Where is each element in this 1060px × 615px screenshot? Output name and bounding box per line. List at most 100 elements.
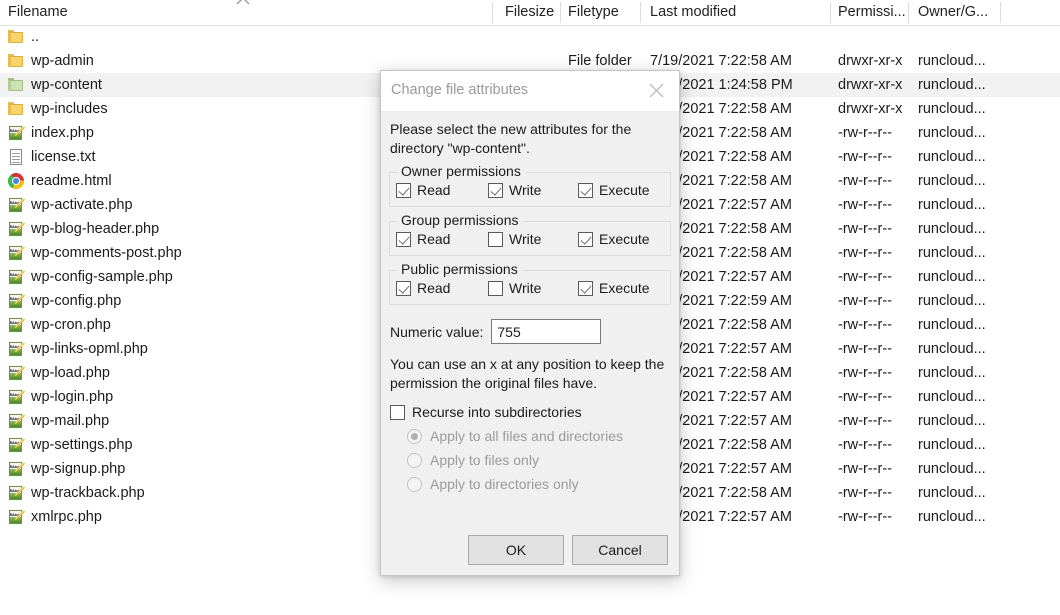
file-name-label: wp-login.php (31, 389, 114, 405)
owner-group-cell: runcloud... (918, 245, 986, 261)
file-name-label: wp-signup.php (31, 461, 126, 477)
file-name-cell[interactable]: wp-cron.php (8, 313, 111, 337)
file-name-cell[interactable]: wp-load.php (8, 361, 110, 385)
group-read-checkbox[interactable]: Read (396, 231, 488, 247)
public-read-checkbox[interactable]: Read (396, 280, 488, 296)
column-header-filesize[interactable]: Filesize (505, 3, 554, 21)
file-name-label: wp-activate.php (31, 197, 133, 213)
public-execute-checkbox[interactable]: Execute (578, 280, 650, 296)
close-icon[interactable] (634, 71, 679, 110)
file-name-label: wp-config-sample.php (31, 269, 173, 285)
dialog-titlebar: Change file attributes (381, 71, 679, 112)
file-name-label: index.php (31, 125, 94, 141)
file-name-cell[interactable]: .. (8, 25, 39, 49)
file-name-cell[interactable]: wp-links-opml.php (8, 337, 148, 361)
group-permissions-group: Group permissions Read Write Execute (389, 212, 671, 256)
apply-all-radio[interactable]: Apply to all files and directories (389, 428, 671, 444)
column-divider[interactable] (492, 2, 493, 23)
file-name-cell[interactable]: wp-content (8, 73, 102, 97)
column-header-permissions[interactable]: Permissi... (838, 3, 906, 21)
apply-directories-only-label: Apply to directories only (430, 476, 579, 492)
php-file-icon (8, 125, 25, 141)
owner-group-cell: runcloud... (918, 413, 986, 429)
file-name-cell[interactable]: readme.html (8, 169, 112, 193)
owner-read-label: Read (417, 182, 451, 198)
checkbox-box (578, 182, 593, 198)
public-permissions-title: Public permissions (397, 261, 522, 277)
public-permissions-group: Public permissions Read Write Execute (389, 261, 671, 305)
file-name-label: wp-links-opml.php (31, 341, 148, 357)
column-header-owner-group[interactable]: Owner/G... (918, 3, 988, 21)
file-name-label: wp-cron.php (31, 317, 111, 333)
permissions-cell: drwxr-xr-x (838, 77, 903, 93)
folder-icon (8, 53, 24, 69)
column-divider[interactable] (1000, 2, 1001, 23)
column-header-last-modified[interactable]: Last modified (650, 3, 736, 21)
column-header-filename[interactable]: Filename (8, 3, 68, 21)
php-file-icon (8, 245, 25, 261)
file-name-cell[interactable]: wp-config-sample.php (8, 265, 173, 289)
file-name-label: wp-admin (31, 53, 94, 69)
php-file-icon (8, 221, 25, 237)
file-name-cell[interactable]: wp-login.php (8, 385, 113, 409)
table-row[interactable]: .. (0, 25, 1060, 49)
owner-execute-checkbox[interactable]: Execute (578, 182, 650, 198)
app-window: Filename Filesize Filetype Last modified… (0, 0, 1060, 615)
file-name-cell[interactable]: wp-mail.php (8, 409, 109, 433)
owner-group-cell: runcloud... (918, 173, 986, 189)
dialog-button-bar: OK Cancel (381, 535, 679, 565)
folder-icon (8, 29, 24, 45)
radio-circle (407, 452, 422, 468)
column-divider[interactable] (560, 2, 561, 23)
group-write-checkbox[interactable]: Write (488, 231, 578, 247)
file-name-cell[interactable]: wp-activate.php (8, 193, 133, 217)
group-write-label: Write (509, 231, 542, 247)
checkbox-box (488, 280, 503, 296)
column-divider[interactable] (640, 2, 641, 23)
public-write-checkbox[interactable]: Write (488, 280, 578, 296)
file-name-cell[interactable]: wp-signup.php (8, 457, 125, 481)
owner-group-cell: runcloud... (918, 53, 986, 69)
file-name-cell[interactable]: license.txt (8, 145, 95, 169)
group-execute-checkbox[interactable]: Execute (578, 231, 650, 247)
checkbox-box (578, 231, 593, 247)
file-name-cell[interactable]: index.php (8, 121, 94, 145)
owner-write-checkbox[interactable]: Write (488, 182, 578, 198)
permissions-cell: -rw-r--r-- (838, 245, 892, 261)
permissions-cell: -rw-r--r-- (838, 317, 892, 333)
numeric-value-input[interactable] (491, 319, 602, 344)
owner-group-cell: runcloud... (918, 365, 986, 381)
file-name-cell[interactable]: wp-admin (8, 49, 94, 73)
owner-group-cell: runcloud... (918, 509, 986, 525)
file-name-cell[interactable]: wp-settings.php (8, 433, 133, 457)
file-name-cell[interactable]: wp-trackback.php (8, 481, 145, 505)
group-permissions-title: Group permissions (397, 212, 523, 228)
permissions-cell: -rw-r--r-- (838, 293, 892, 309)
checkbox-box (390, 404, 405, 420)
php-file-icon (8, 509, 25, 525)
apply-directories-only-radio[interactable]: Apply to directories only (389, 476, 671, 492)
column-header-filetype[interactable]: Filetype (568, 3, 619, 21)
owner-group-cell: runcloud... (918, 461, 986, 477)
checkbox-box (578, 280, 593, 296)
owner-group-cell: runcloud... (918, 389, 986, 405)
file-name-cell[interactable]: xmlrpc.php (8, 505, 102, 529)
file-name-cell[interactable]: wp-comments-post.php (8, 241, 182, 265)
permissions-cell: -rw-r--r-- (838, 461, 892, 477)
chrome-html-icon (8, 173, 24, 189)
column-divider[interactable] (830, 2, 831, 23)
column-divider[interactable] (908, 2, 909, 23)
file-name-cell[interactable]: wp-includes (8, 97, 108, 121)
apply-files-only-radio[interactable]: Apply to files only (389, 452, 671, 468)
numeric-value-label: Numeric value: (390, 323, 484, 340)
file-name-cell[interactable]: wp-config.php (8, 289, 121, 313)
file-name-label: wp-includes (31, 101, 108, 117)
file-name-cell[interactable]: wp-blog-header.php (8, 217, 159, 241)
permissions-cell: -rw-r--r-- (838, 509, 892, 525)
recurse-into-subdirectories-checkbox[interactable]: Recurse into subdirectories (389, 404, 671, 420)
owner-group-cell: runcloud... (918, 197, 986, 213)
php-file-icon (8, 197, 25, 213)
owner-read-checkbox[interactable]: Read (396, 182, 488, 198)
ok-button[interactable]: OK (468, 535, 564, 565)
cancel-button[interactable]: Cancel (572, 535, 668, 565)
